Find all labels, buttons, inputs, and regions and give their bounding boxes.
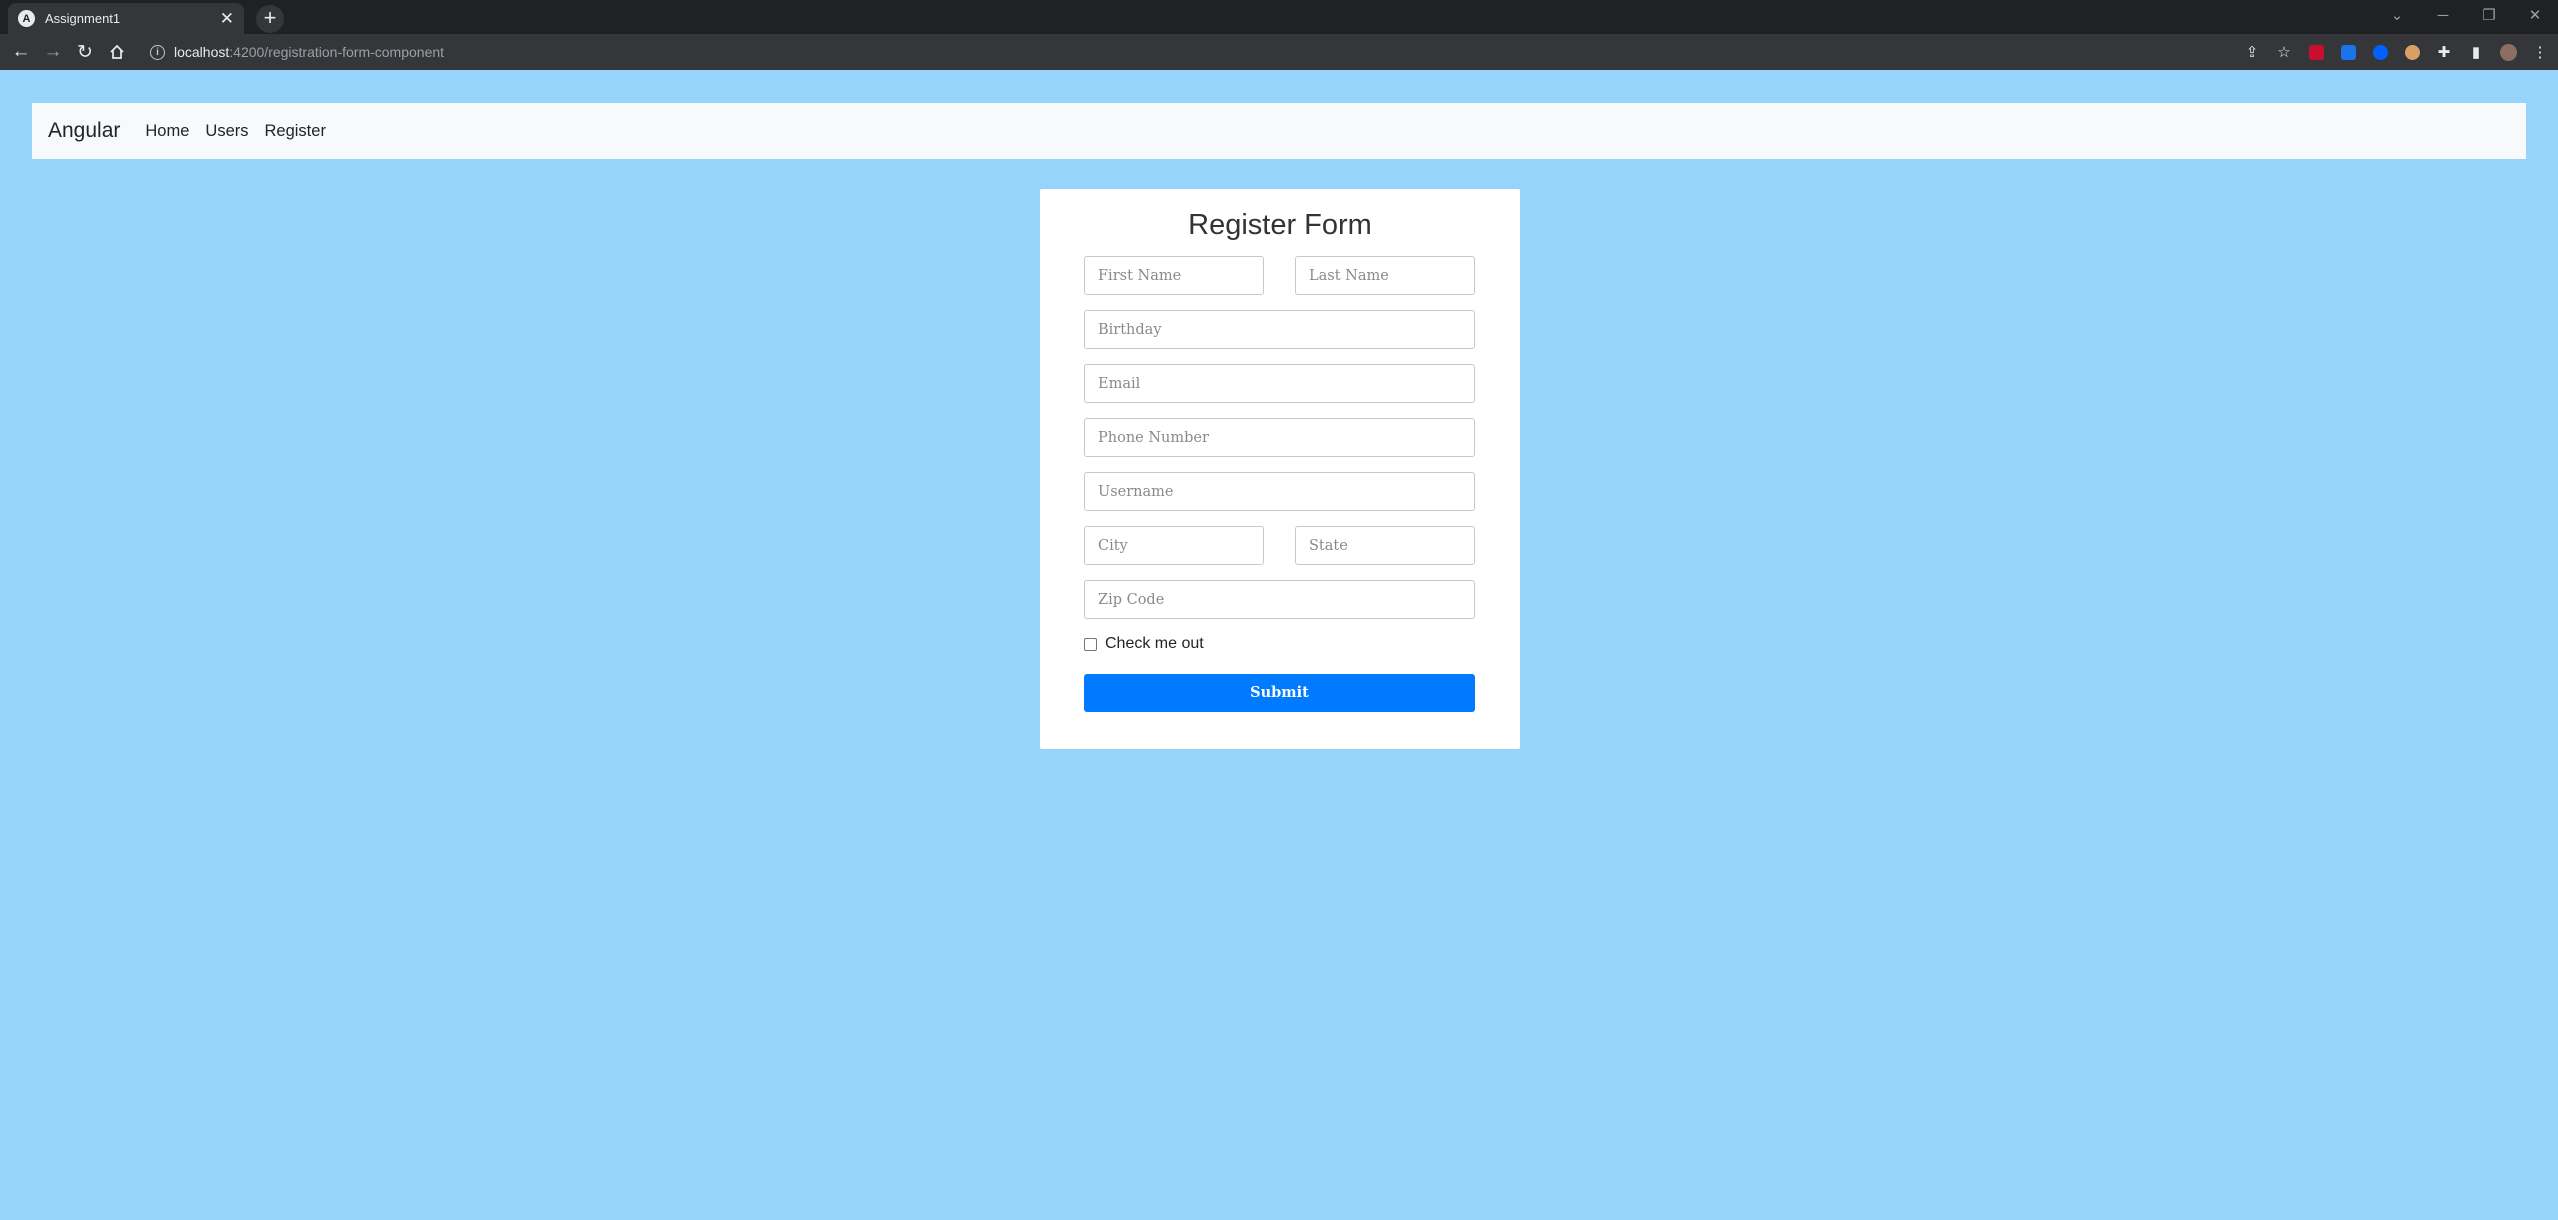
state-input[interactable] [1295,526,1475,565]
check-me-out-label[interactable]: Check me out [1105,635,1204,653]
restore-icon[interactable]: ❐ [2466,0,2512,30]
new-tab-button[interactable]: + [256,5,284,33]
submit-button[interactable]: Submit [1084,674,1475,712]
reload-icon[interactable]: ↻ [72,39,98,65]
profile-avatar[interactable] [2496,40,2520,64]
url-path: :4200/registration-form-component [229,44,445,60]
share-icon[interactable]: ⇪ [2240,40,2264,64]
puzzle-icon[interactable]: ✚ [2432,40,2456,64]
ublock-icon[interactable] [2304,40,2328,64]
check-me-out-row: Check me out [1084,635,1204,653]
birthday-input[interactable] [1084,310,1475,349]
browser-tab-strip: A Assignment1 ✕ + ⌄ ─ ❐ ✕ [0,0,2558,34]
navbar-brand[interactable]: Angular [48,119,120,143]
address-bar[interactable]: i localhost:4200/registration-form-compo… [140,38,2240,66]
info-icon[interactable]: i [150,44,165,60]
home-icon[interactable] [104,39,130,65]
close-icon[interactable]: ✕ [220,10,234,27]
back-icon[interactable]: ← [8,39,34,65]
kebab-menu-icon[interactable]: ⋮ [2528,40,2552,64]
angular-favicon-icon: A [18,10,35,27]
form-title: Register Form [1188,209,1372,241]
url-host: localhost [174,44,230,60]
nav-link-register[interactable]: Register [265,122,326,141]
cookie-extension-icon[interactable] [2400,40,2424,64]
register-form-card: Register Form Check me out Submit [1040,189,1520,749]
nav-link-users[interactable]: Users [205,122,248,141]
zip-code-input[interactable] [1084,580,1475,619]
window-controls: ⌄ ─ ❐ ✕ [2374,0,2558,30]
forward-icon[interactable]: → [40,39,66,65]
browser-toolbar: ← → ↻ i localhost:4200/registration-form… [0,34,2558,70]
city-input[interactable] [1084,526,1264,565]
toolbar-icons: ⇪ ☆ ✚ ▮ ⋮ [2240,39,2552,65]
nav-link-home[interactable]: Home [145,122,189,141]
username-input[interactable] [1084,472,1475,511]
minimize-icon[interactable]: ─ [2420,0,2466,30]
tab-title: Assignment1 [45,11,121,26]
email-input[interactable] [1084,364,1475,403]
download-extension-icon[interactable] [2336,40,2360,64]
browser-tab[interactable]: A Assignment1 ✕ [8,3,244,34]
first-name-input[interactable] [1084,256,1264,295]
side-panel-icon[interactable]: ▮ [2464,40,2488,64]
star-icon[interactable]: ☆ [2272,40,2296,64]
check-me-out-checkbox[interactable] [1084,637,1097,651]
dropbox-extension-icon[interactable] [2368,40,2392,64]
window-close-icon[interactable]: ✕ [2512,0,2558,30]
last-name-input[interactable] [1295,256,1475,295]
app-navbar: Angular Home Users Register [32,103,2526,159]
phone-number-input[interactable] [1084,418,1475,457]
tab-search-icon[interactable]: ⌄ [2374,0,2420,30]
